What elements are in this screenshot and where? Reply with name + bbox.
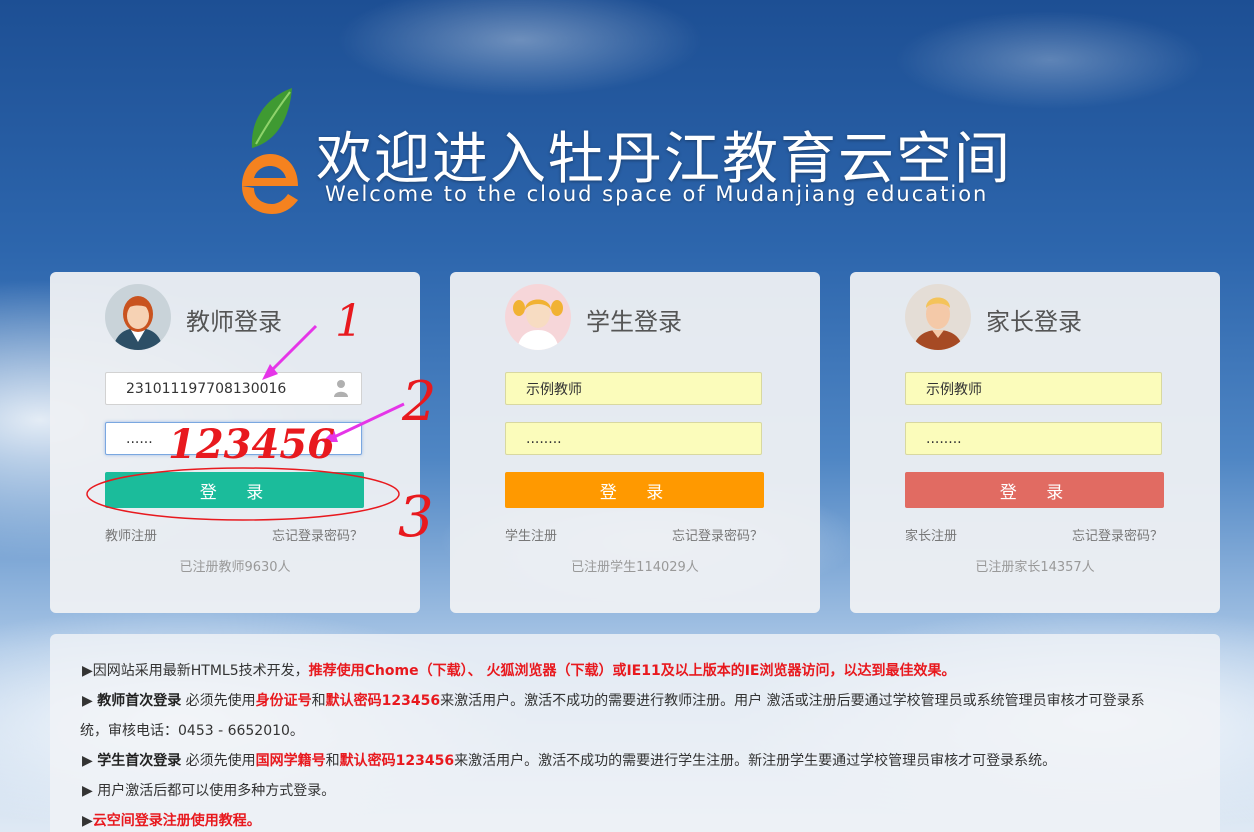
notice-teacher-line: ▶ 教师首次登录 必须先使用身份证号和默认密码123456来激活用户。激活不成功…: [82, 690, 1145, 710]
student-register-link[interactable]: 学生注册: [505, 525, 557, 544]
student-username-input[interactable]: [505, 372, 762, 405]
student-registered-count: 已注册学生114029人: [571, 560, 699, 575]
notice-text: 必须先使用: [181, 693, 256, 709]
notice-login-methods-line: ▶ 用户激活后都可以使用多种方式登录。: [82, 783, 336, 799]
notice-text: 来激活用户。激活不成功的需要进行学生注册。新注册学生要通过学校管理员审核才可登录…: [454, 753, 1057, 769]
tutorial-link[interactable]: 云空间登录注册使用教程。: [93, 813, 261, 829]
notice-teacher-line-cont: 统，审核电话：0453 - 6652010。: [80, 723, 304, 739]
user-icon: [334, 380, 348, 397]
student-login-card: 学生登录 登 录 学生注册 忘记登录密码？ 已注册学生114029人: [450, 272, 820, 613]
notice-bullet: ▶: [82, 813, 93, 829]
teacher-avatar: [105, 284, 171, 350]
notice-highlight: 国网学籍号: [255, 753, 326, 769]
teacher-avatar-icon: [105, 284, 171, 350]
notice-tutorial-line: ▶云空间登录注册使用教程。: [82, 810, 261, 830]
notice-highlight: 默认密码123456: [325, 693, 441, 709]
teacher-id-input[interactable]: [105, 372, 362, 405]
parent-forgot-password-link[interactable]: 忘记登录密码？: [1072, 525, 1163, 544]
student-forgot-password-link[interactable]: 忘记登录密码？: [672, 525, 763, 544]
teacher-login-title: 教师登录: [186, 308, 282, 336]
parent-avatar-icon: [905, 284, 971, 350]
notice-text: 和: [325, 753, 340, 769]
notice-highlight: 身份证号: [255, 693, 312, 709]
student-password-input[interactable]: [505, 422, 762, 455]
parent-avatar: [905, 284, 971, 350]
parent-login-title: 家长登录: [986, 308, 1082, 336]
teacher-login-card: 教师登录 登 录 教师注册 忘记登录密码？ 已注册教师9630人: [50, 272, 420, 613]
site-header: 欢迎进入牡丹江教育云空间 Welcome to the cloud space …: [230, 86, 1050, 216]
teacher-login-button[interactable]: 登 录: [105, 472, 364, 508]
student-login-title: 学生登录: [586, 308, 682, 336]
student-avatar-icon: [505, 284, 571, 350]
notice-student-heading: 学生首次登录: [97, 753, 182, 769]
notice-teacher-heading: 教师首次登录: [97, 693, 182, 709]
notice-text: 来激活用户。激活不成功的需要进行教师注册。用户 激活或注册后要通过学校管理员或系…: [440, 693, 1145, 709]
notice-student-line: ▶ 学生首次登录 必须先使用国网学籍号和默认密码123456来激活用户。激活不成…: [82, 750, 1056, 770]
notice-highlight: 默认密码123456: [339, 753, 455, 769]
parent-login-button[interactable]: 登 录: [905, 472, 1164, 508]
notice-bullet: ▶: [82, 753, 98, 769]
e-logo-icon: [242, 88, 298, 214]
teacher-register-link[interactable]: 教师注册: [105, 525, 157, 544]
notice-browser-line: ▶因网站采用最新HTML5技术开发，推荐使用Chome（下载）、 火狐浏览器（下…: [82, 660, 955, 680]
notice-text: 必须先使用: [181, 753, 256, 769]
parent-username-input[interactable]: [905, 372, 1162, 405]
teacher-password-input[interactable]: [105, 422, 362, 455]
parent-password-input[interactable]: [905, 422, 1162, 455]
notice-browser-text: ▶因网站采用最新HTML5技术开发，: [82, 663, 309, 679]
teacher-forgot-password-link[interactable]: 忘记登录密码？: [272, 525, 363, 544]
student-login-button[interactable]: 登 录: [505, 472, 764, 508]
notice-panel: ▶因网站采用最新HTML5技术开发，推荐使用Chome（下载）、 火狐浏览器（下…: [50, 634, 1220, 832]
teacher-registered-count: 已注册教师9630人: [179, 560, 291, 575]
notice-text: 和: [311, 693, 326, 709]
notice-bullet: ▶: [82, 693, 98, 709]
parent-registered-count: 已注册家长14357人: [975, 560, 1095, 575]
parent-login-card: 家长登录 登 录 家长注册 忘记登录密码？ 已注册家长14357人: [850, 272, 1220, 613]
page-subtitle: Welcome to the cloud space of Mudanjiang…: [325, 182, 989, 206]
student-avatar: [505, 284, 571, 350]
parent-register-link[interactable]: 家长注册: [905, 525, 957, 544]
notice-browser-recommendation[interactable]: 推荐使用Chome（下载）、 火狐浏览器（下载）或IE11及以上版本的IE浏览器…: [309, 663, 956, 679]
